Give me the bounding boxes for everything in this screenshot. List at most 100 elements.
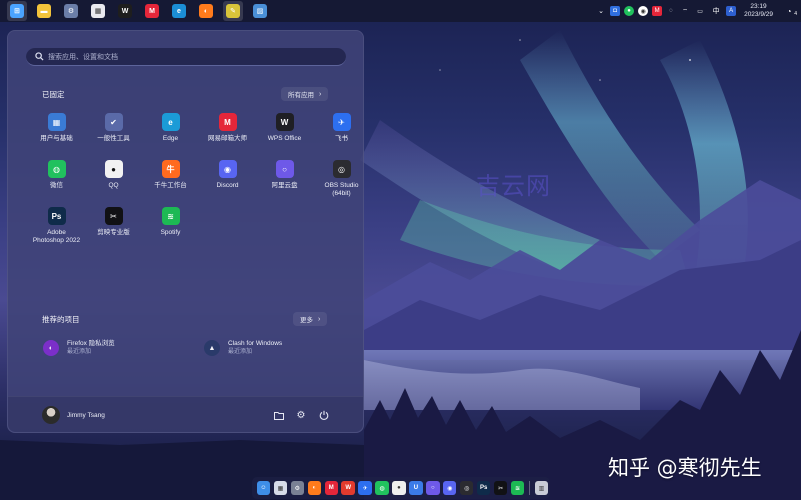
keyboard-layout-icon[interactable]: A bbox=[726, 6, 737, 16]
photoshop-icon: Ps bbox=[47, 207, 66, 225]
pinned-app[interactable]: W WPS Office bbox=[256, 111, 313, 157]
file-explorer-button[interactable] bbox=[273, 409, 285, 421]
pinned-app-label: 飞书 bbox=[335, 135, 348, 142]
mute-tray-icon[interactable]: ◌ bbox=[666, 6, 676, 16]
tray-app-icon[interactable]: ◘ bbox=[610, 6, 621, 16]
mail-tray-icon[interactable]: M bbox=[652, 6, 663, 16]
chevron-up-icon[interactable]: ⌄ bbox=[596, 6, 606, 16]
wps-icon: W bbox=[118, 4, 132, 18]
aliyun-drive-icon: ○ bbox=[275, 160, 294, 178]
pinned-app[interactable]: ✔ 一般性工具 bbox=[85, 111, 142, 157]
dock-todo-icon[interactable]: U bbox=[409, 481, 423, 495]
taskbar-microsoft-store[interactable]: ▦ bbox=[88, 1, 108, 21]
dock-firefox-icon[interactable]: ◐ bbox=[307, 481, 321, 495]
dock: ☺ ▦ ⚙ ◐ M W ✈ ◍ ● U ○ ◉ ◎ Ps ✂ ≋ ▥ bbox=[252, 477, 550, 499]
gear-icon: ⚙ bbox=[296, 409, 306, 421]
pinned-app[interactable]: ◎ OBS Studio (64bit) bbox=[313, 158, 370, 204]
taskbar-firefox[interactable]: ◐ bbox=[196, 1, 216, 21]
dock-spotify-icon[interactable]: ≋ bbox=[510, 481, 525, 495]
dock-qq-icon[interactable]: ● bbox=[392, 481, 406, 495]
dock-wechat-icon[interactable]: ◍ bbox=[375, 481, 389, 495]
dock-netease-mail-icon[interactable]: M bbox=[324, 481, 338, 495]
taskbar-file-explorer[interactable]: ▬ bbox=[34, 1, 54, 21]
edge-icon: e bbox=[172, 4, 186, 18]
battery-icon[interactable]: ▭ bbox=[694, 6, 706, 16]
power-button[interactable] bbox=[318, 409, 330, 421]
recommended-item[interactable]: ▲ Clash for Windows 最近添加 bbox=[204, 337, 282, 359]
folder-icon: ▬ bbox=[37, 4, 51, 18]
recommended-title: 推荐的项目 bbox=[42, 315, 80, 324]
discord-icon: ◉ bbox=[218, 160, 237, 178]
pinned-app[interactable]: ● QQ bbox=[85, 158, 142, 204]
user-account-button[interactable]: Jimmy Tsang bbox=[42, 406, 105, 424]
recommended-name: Clash for Windows bbox=[228, 340, 283, 347]
taskbar-notes[interactable]: ✎ bbox=[223, 1, 243, 21]
pinned-app[interactable]: 牛千牛工作台 bbox=[142, 158, 199, 204]
avatar bbox=[42, 406, 60, 424]
folder-icon bbox=[274, 411, 284, 420]
clash-tray-icon[interactable]: ◉ bbox=[638, 6, 649, 16]
search-placeholder: 搜索应用、设置和文档 bbox=[48, 53, 118, 61]
taskbar-apps: ⊞ ▬ ⚙ ▦ W Me ◐ ✎ ▨ bbox=[0, 1, 270, 21]
taskbar-netease-mail[interactable]: M bbox=[142, 1, 162, 21]
recommended-item[interactable]: ◐ Firefox 隐私浏览 最近添加 bbox=[43, 337, 115, 359]
clock[interactable]: 23:19 2023/9/29 bbox=[744, 3, 773, 19]
dock-discord-icon[interactable]: ◉ bbox=[443, 481, 457, 495]
qq-icon: ● bbox=[104, 160, 123, 178]
settings-button[interactable]: ⚙ bbox=[295, 409, 307, 421]
taskbar-wps-office[interactable]: W bbox=[115, 1, 135, 21]
notification-icon[interactable]: ◔ 4 bbox=[783, 6, 797, 18]
dock-trash-icon[interactable]: ▥ bbox=[534, 481, 549, 495]
pinned-app[interactable]: ✂ 剪映专业版 bbox=[85, 205, 142, 251]
more-button[interactable]: 更多 › bbox=[293, 312, 328, 326]
dock-wps-icon[interactable]: W bbox=[341, 481, 355, 495]
pinned-app[interactable]: Ps Adobe Photoshop 2022 bbox=[28, 205, 85, 251]
pinned-app-label: Discord bbox=[216, 182, 239, 189]
pinned-app-label: Edge bbox=[162, 135, 179, 142]
dock-feishu-icon[interactable]: ✈ bbox=[358, 481, 372, 495]
edge-icon: e bbox=[161, 113, 180, 131]
pinned-app[interactable]: ○ 阿里云盘 bbox=[256, 158, 313, 204]
pinned-app[interactable]: ≋ Spotify bbox=[142, 205, 199, 251]
dock-separator bbox=[529, 481, 530, 495]
pinned-app[interactable]: ◉ Discord bbox=[199, 158, 256, 204]
recommended-subtitle: 最近添加 bbox=[67, 349, 92, 355]
pinned-app[interactable]: M 网易邮箱大师 bbox=[199, 111, 256, 157]
pinned-app[interactable]: ▦ 用户与基础 bbox=[28, 111, 85, 157]
pinned-app[interactable]: ✈ 飞书 bbox=[313, 111, 370, 157]
gear-icon: ⚙ bbox=[64, 4, 78, 18]
watermark-center: 吉云网 bbox=[476, 172, 551, 200]
dock-finder-icon[interactable]: ☺ bbox=[256, 481, 271, 495]
notification-count: 4 bbox=[794, 11, 797, 17]
dock-photoshop-icon[interactable]: Ps bbox=[476, 481, 491, 495]
pinned-app-label: 微信 bbox=[50, 182, 63, 189]
start-search-box[interactable]: 搜索应用、设置和文档 bbox=[26, 48, 346, 66]
wechat-tray-icon[interactable]: ● bbox=[624, 6, 635, 16]
pinned-app-label: 千牛工作台 bbox=[154, 182, 187, 189]
dock-obs-studio-icon[interactable]: ◎ bbox=[460, 481, 474, 495]
notes-icon: ✎ bbox=[226, 4, 240, 18]
system-tray: ⌄ ◘ ● ◉ M ◌ ⌔ ▭ 中 A 23:19 2023/9/29 ◔ 4 bbox=[592, 0, 801, 22]
clock-time: 23:19 bbox=[750, 3, 767, 10]
ime-indicator[interactable]: 中 bbox=[710, 6, 722, 16]
qianniu-icon: 牛 bbox=[161, 160, 180, 178]
dock-aliyun-drive-icon[interactable]: ○ bbox=[426, 481, 440, 495]
taskbar-edge[interactable]: e bbox=[169, 1, 189, 21]
chevron-right-icon: › bbox=[319, 90, 322, 98]
pinned-app-label: 网易邮箱大师 bbox=[208, 135, 247, 142]
taskbar-start-button[interactable]: ⊞ bbox=[7, 1, 27, 21]
store-icon: ▦ bbox=[91, 4, 105, 18]
windows-logo-icon: ⊞ bbox=[10, 4, 24, 18]
obs-studio-icon: ◎ bbox=[332, 160, 351, 178]
dock-capcut-icon[interactable]: ✂ bbox=[493, 481, 508, 495]
dock-launchpad-icon[interactable]: ▦ bbox=[273, 481, 288, 495]
dock-settings-icon[interactable]: ⚙ bbox=[290, 481, 305, 495]
spotify-icon: ≋ bbox=[161, 207, 180, 225]
pinned-app[interactable]: e Edge bbox=[142, 111, 199, 157]
search-icon bbox=[32, 52, 46, 61]
pinned-app[interactable]: ◍ 微信 bbox=[28, 158, 85, 204]
taskbar-settings[interactable]: ⚙ bbox=[61, 1, 81, 21]
all-apps-button[interactable]: 所有应用 › bbox=[281, 87, 329, 101]
taskbar-photos[interactable]: ▨ bbox=[250, 1, 270, 21]
wifi-icon[interactable]: ⌔ bbox=[680, 6, 690, 16]
